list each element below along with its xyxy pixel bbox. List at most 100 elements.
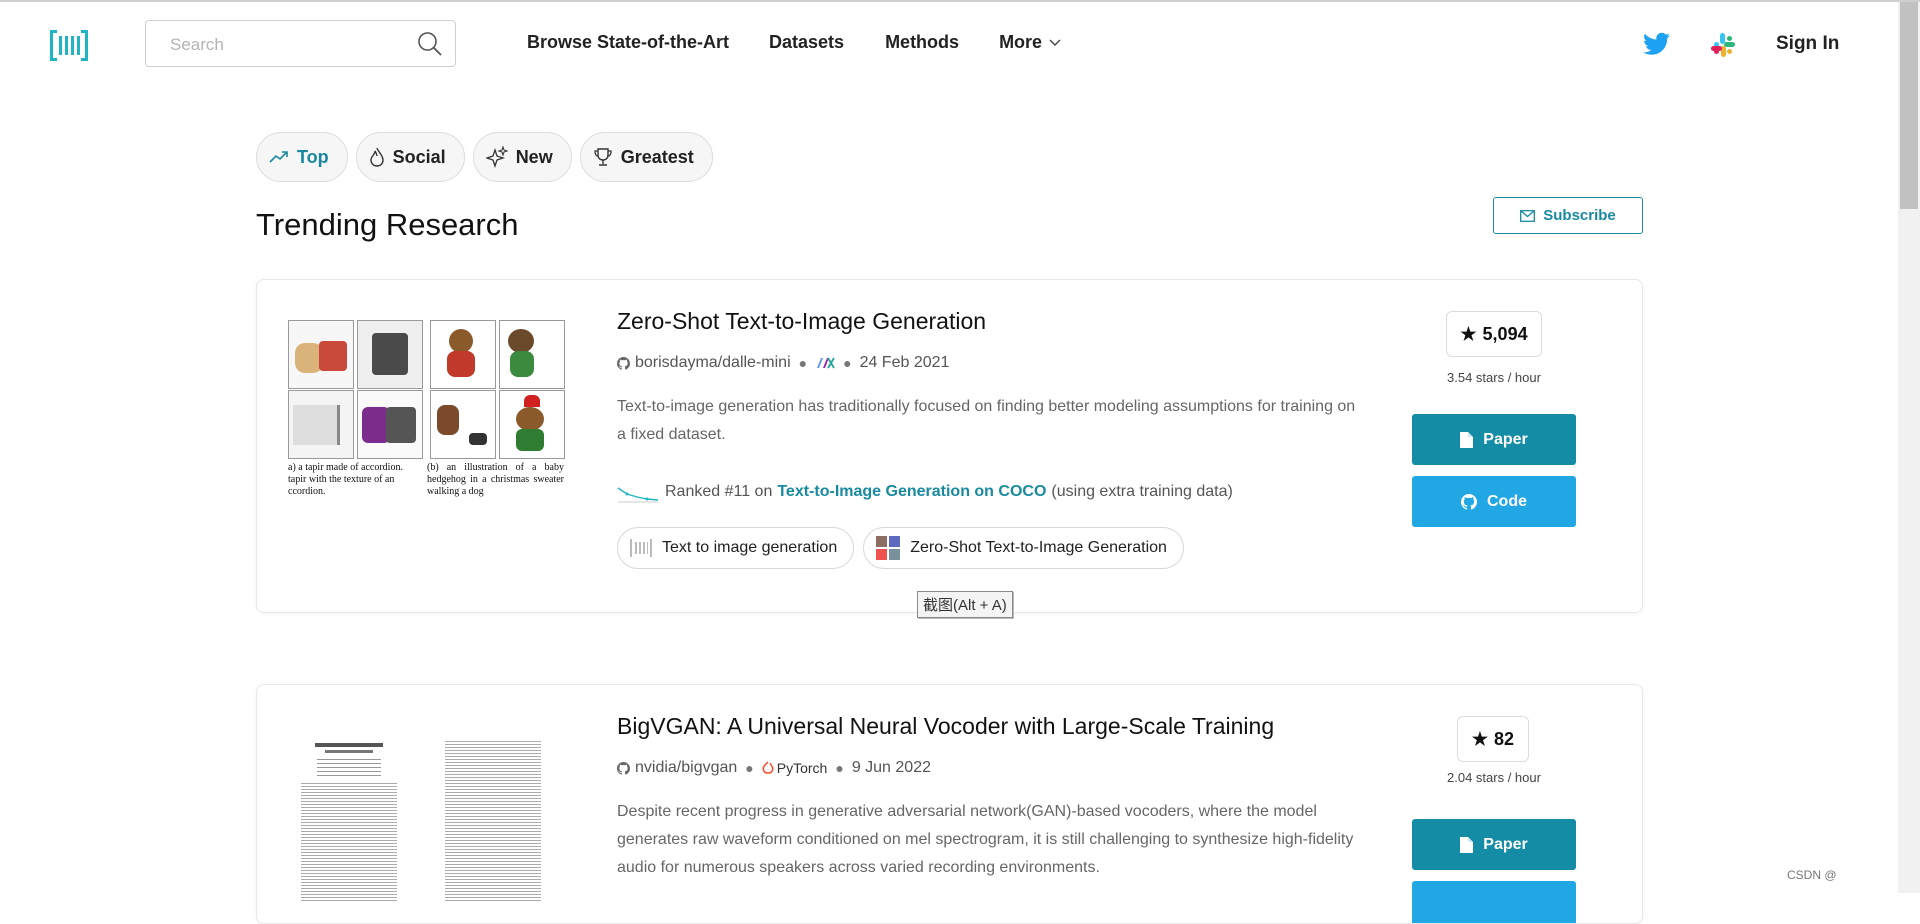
paper-thumbnail[interactable] [301,741,547,901]
paper-date: 9 Jun 2022 [851,759,931,776]
paper-card: a) a tapir made of accordion. tapir with… [256,279,1643,613]
chevron-down-icon [1049,39,1061,46]
task-tags: Text to image generation Zero-Shot Text-… [617,527,1193,569]
tab-social[interactable]: Social [355,132,465,182]
watermark: CSDN @ [1787,868,1837,882]
task-thumbnail-icon [876,536,901,560]
task-tag-label: Zero-Shot Text-to-Image Generation [910,539,1167,556]
rank-task-link[interactable]: Text-to-Image Generation on COCO [777,483,1046,501]
task-tag[interactable]: Zero-Shot Text-to-Image Generation [863,527,1184,569]
paper-abstract: Despite recent progress in generative ad… [617,803,1354,876]
separator-dot: ● [835,760,844,776]
paper-button-label: Paper [1483,835,1528,853]
file-icon [1460,836,1474,853]
nav-datasets[interactable]: Datasets [769,32,844,53]
flame-icon [369,147,384,167]
tab-new-label: New [515,146,553,167]
search-icon[interactable] [417,31,443,57]
subscribe-label: Subscribe [1543,207,1616,224]
task-placeholder-icon [630,539,652,557]
nav-browse-sota[interactable]: Browse State-of-the-Art [527,32,729,53]
paper-abstract: Text-to-image generation has traditional… [617,398,1356,443]
framework-label: PyTorch [776,760,828,776]
thumb-image [357,320,423,389]
subscribe-button[interactable]: Subscribe [1493,197,1643,234]
slack-icon[interactable] [1710,32,1736,58]
navbar: Browse State-of-the-Art Datasets Methods… [0,2,1898,84]
thumb-image [288,320,354,389]
logo-icon[interactable] [50,30,88,61]
sign-in-link[interactable]: Sign In [1776,33,1839,55]
paper-meta: borisdayma/dalle-mini ● ● 24 Feb 2021 [617,354,949,372]
paper-meta: nvidia/bigvgan ● PyTorch ● 9 Jun 2022 [617,759,931,777]
nav-more-label: More [999,32,1043,52]
star-count: 5,094 [1482,323,1528,344]
separator-dot: ● [843,355,852,371]
search-input[interactable] [168,31,402,59]
tab-greatest[interactable]: Greatest [579,132,713,182]
code-button[interactable]: Code [1412,476,1576,527]
github-icon [1461,493,1477,510]
twitter-icon[interactable] [1643,32,1670,56]
star-count-button[interactable]: ★ 5,094 [1446,311,1542,357]
sota-sparkline-icon [617,487,659,503]
stars-rate: 3.54 stars / hour [1447,370,1541,385]
thumb-image [499,320,565,389]
repo-link[interactable]: nvidia/bigvgan [635,759,737,777]
code-button-label: Code [1487,492,1527,510]
thumb-page [445,741,541,901]
star-count: 82 [1494,728,1515,749]
star-icon: ★ [1460,323,1477,344]
rank-suffix: (using extra training data) [1051,483,1233,500]
tab-top-label: Top [297,146,329,167]
thumb-image [499,390,565,459]
nav-more[interactable]: More [999,32,1061,53]
nav-methods[interactable]: Methods [885,32,959,53]
paper-button-label: Paper [1483,430,1528,448]
tab-greatest-label: Greatest [620,146,694,167]
tab-social-label: Social [392,146,446,167]
paper-date: 24 Feb 2021 [859,354,950,371]
trending-icon [269,151,288,163]
search-box [145,20,456,67]
thumb-image [288,390,354,459]
code-button[interactable] [1412,881,1576,923]
github-icon [617,356,630,370]
thumb-caption: a) a tapir made of accordion. tapir with… [288,462,403,497]
star-icon: ★ [1471,728,1489,749]
main-nav: Browse State-of-the-Art Datasets Methods… [527,32,1061,53]
trophy-icon [594,148,612,166]
pytorch-icon [762,761,774,774]
thumb-image [357,390,423,459]
paper-card: BigVGAN: A Universal Neural Vocoder with… [256,684,1643,924]
thumb-page [301,741,397,901]
tab-top[interactable]: Top [256,132,348,182]
github-icon [617,761,630,775]
thumb-image [430,390,496,459]
scrollbar-thumb[interactable] [1900,2,1918,209]
star-count-button[interactable]: ★ 82 [1457,716,1529,762]
task-tag-label: Text to image generation [662,539,838,556]
sort-tabs: Top Social New Greatest [256,132,721,182]
paper-button[interactable]: Paper [1412,819,1576,870]
separator-dot: ● [798,355,808,371]
repo-link[interactable]: borisdayma/dalle-mini [635,354,791,372]
paper-title[interactable]: Zero-Shot Text-to-Image Generation [617,308,986,335]
separator-dot: ● [745,760,754,776]
file-icon [1460,431,1474,448]
thumb-image [430,320,496,389]
ranking: Ranked #11 on Text-to-Image Generation o… [617,480,1233,504]
stars-rate: 2.04 stars / hour [1447,770,1541,785]
envelope-icon [1520,209,1536,222]
paper-thumbnail[interactable]: a) a tapir made of accordion. tapir with… [288,320,565,520]
paper-button[interactable]: Paper [1412,414,1576,465]
sparkle-icon [485,146,508,168]
thumb-caption: (b) an illustration of a baby hedgehog i… [427,462,564,497]
jax-icon [817,357,835,369]
screenshot-tooltip: 截图(Alt + A) [917,591,1013,618]
paper-title[interactable]: BigVGAN: A Universal Neural Vocoder with… [617,713,1274,740]
rank-prefix: Ranked #11 on [665,483,773,500]
task-tag[interactable]: Text to image generation [617,527,855,569]
tab-new[interactable]: New [472,132,572,182]
page-title: Trending Research [256,207,519,242]
